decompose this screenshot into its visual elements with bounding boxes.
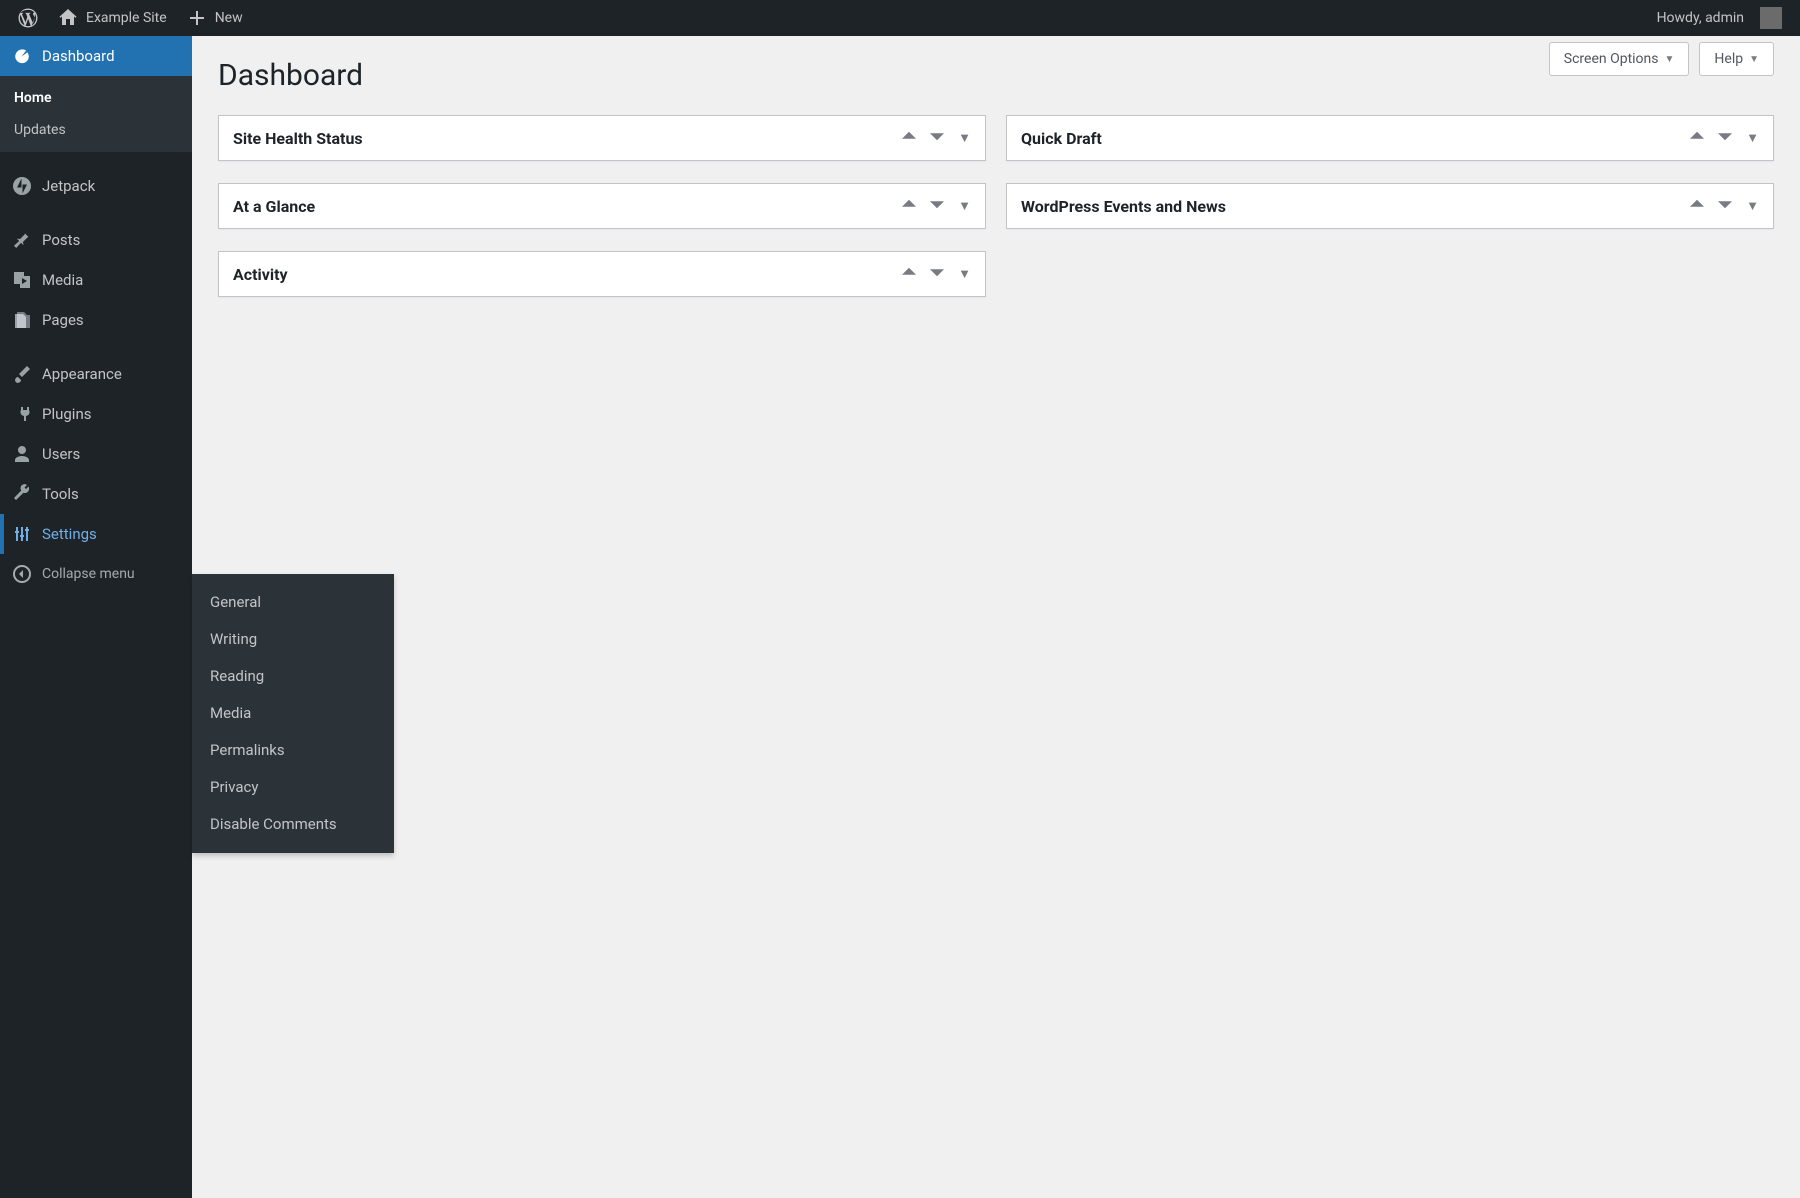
toggle-button[interactable]: ▼ [958, 130, 971, 146]
collapse-label: Collapse menu [42, 566, 135, 582]
wrench-icon [12, 484, 32, 504]
sidebar-item-label: Appearance [42, 365, 122, 383]
sidebar-item-pages[interactable]: Pages [0, 300, 192, 340]
sidebar-item-posts[interactable]: Posts [0, 220, 192, 260]
sidebar-item-settings[interactable]: Settings [0, 514, 192, 554]
sidebar-item-dashboard[interactable]: Dashboard [0, 36, 192, 76]
toggle-button[interactable]: ▼ [1746, 130, 1759, 146]
new-label: New [215, 10, 243, 26]
plug-icon [12, 404, 32, 424]
my-account-menu[interactable]: Howdy, admin [1647, 0, 1792, 36]
new-content-menu[interactable]: New [177, 0, 253, 36]
home-icon [58, 8, 78, 28]
sidebar-item-tools[interactable]: Tools [0, 474, 192, 514]
widget-title: At a Glance [233, 197, 315, 216]
help-button[interactable]: Help ▼ [1699, 42, 1774, 76]
widget-at-a-glance: At a Glance ▼ [218, 183, 986, 229]
content-area: Screen Options ▼ Help ▼ Dashboard Site H… [192, 36, 1800, 1198]
sidebar-item-appearance[interactable]: Appearance [0, 354, 192, 394]
collapse-menu-button[interactable]: Collapse menu [0, 554, 192, 594]
submenu-item-home[interactable]: Home [0, 82, 192, 114]
screen-meta-controls: Screen Options ▼ Help ▼ [1549, 42, 1774, 76]
widget-title: Quick Draft [1021, 129, 1102, 148]
widget-title: WordPress Events and News [1021, 197, 1226, 216]
move-down-button[interactable] [1718, 129, 1732, 147]
move-up-button[interactable] [902, 265, 916, 283]
avatar [1760, 7, 1782, 29]
wordpress-icon [18, 8, 38, 28]
move-down-button[interactable] [930, 265, 944, 283]
sidebar-item-label: Posts [42, 231, 80, 249]
admin-sidebar: Dashboard Home Updates Jetpack Posts Med… [0, 36, 192, 1198]
jetpack-icon [12, 176, 32, 196]
dashboard-submenu: Home Updates [0, 76, 192, 152]
sidebar-item-media[interactable]: Media [0, 260, 192, 300]
help-label: Help [1714, 51, 1743, 67]
toggle-button[interactable]: ▼ [1746, 198, 1759, 214]
site-name-menu[interactable]: Example Site [48, 0, 177, 36]
widget-title: Activity [233, 265, 288, 284]
dashboard-icon [12, 46, 32, 66]
wp-logo-menu[interactable] [8, 0, 48, 36]
dashboard-widgets: Site Health Status ▼ At a Glance [218, 115, 1774, 297]
collapse-icon [12, 564, 32, 584]
move-up-button[interactable] [902, 129, 916, 147]
sidebar-item-users[interactable]: Users [0, 434, 192, 474]
caret-down-icon: ▼ [1749, 54, 1759, 65]
user-icon [12, 444, 32, 464]
sidebar-item-plugins[interactable]: Plugins [0, 394, 192, 434]
sidebar-item-label: Settings [42, 525, 97, 543]
brush-icon [12, 364, 32, 384]
widget-activity: Activity ▼ [218, 251, 986, 297]
screen-options-button[interactable]: Screen Options ▼ [1549, 42, 1690, 76]
screen-options-label: Screen Options [1564, 51, 1659, 67]
pages-icon [12, 310, 32, 330]
sidebar-item-label: Media [42, 271, 83, 289]
media-icon [12, 270, 32, 290]
sidebar-item-label: Tools [42, 485, 79, 503]
site-name-label: Example Site [86, 10, 167, 26]
plus-icon [187, 8, 207, 28]
toggle-button[interactable]: ▼ [958, 266, 971, 282]
widget-site-health: Site Health Status ▼ [218, 115, 986, 161]
sidebar-item-label: Plugins [42, 405, 91, 423]
widget-title: Site Health Status [233, 129, 363, 148]
widget-quick-draft: Quick Draft ▼ [1006, 115, 1774, 161]
move-down-button[interactable] [930, 197, 944, 215]
toggle-button[interactable]: ▼ [958, 198, 971, 214]
page-title: Dashboard [218, 58, 1774, 93]
sidebar-item-label: Jetpack [42, 177, 95, 195]
submenu-item-updates[interactable]: Updates [0, 114, 192, 146]
greeting-label: Howdy, admin [1657, 10, 1744, 26]
sidebar-item-jetpack[interactable]: Jetpack [0, 166, 192, 206]
widget-events-news: WordPress Events and News ▼ [1006, 183, 1774, 229]
caret-down-icon: ▼ [1665, 54, 1675, 65]
widgets-column-left: Site Health Status ▼ At a Glance [218, 115, 986, 297]
move-down-button[interactable] [930, 129, 944, 147]
pin-icon [12, 230, 32, 250]
move-up-button[interactable] [1690, 197, 1704, 215]
move-down-button[interactable] [1718, 197, 1732, 215]
sidebar-item-label: Dashboard [42, 47, 115, 65]
admin-bar: Example Site New Howdy, admin [0, 0, 1800, 36]
move-up-button[interactable] [902, 197, 916, 215]
move-up-button[interactable] [1690, 129, 1704, 147]
sidebar-item-label: Pages [42, 311, 84, 329]
sliders-icon [12, 524, 32, 544]
widgets-column-right: Quick Draft ▼ WordPress Events and News [1006, 115, 1774, 297]
sidebar-item-label: Users [42, 445, 80, 463]
